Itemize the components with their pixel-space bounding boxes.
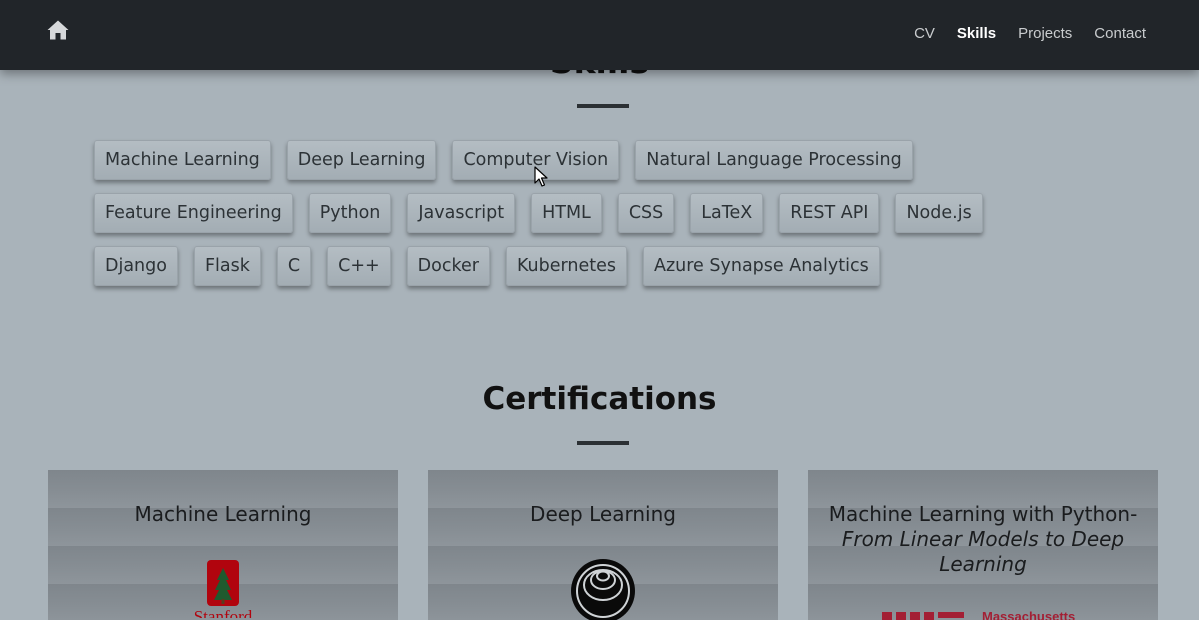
skill-tag[interactable]: CSS <box>617 193 675 233</box>
certifications-heading-divider <box>577 441 629 445</box>
stanford-logo-text: Stanford <box>194 607 253 618</box>
skill-tag[interactable]: HTML <box>531 193 602 233</box>
certification-card-machine-learning[interactable]: Machine Learning Stanford <box>48 470 398 620</box>
skill-tag[interactable]: Azure Synapse Analytics <box>643 246 880 286</box>
deeplearning-ai-logo <box>571 559 635 620</box>
skill-tag[interactable]: Deep Learning <box>286 140 437 180</box>
skill-tag[interactable]: REST API <box>779 193 880 233</box>
certifications-heading: Certifications <box>482 381 717 417</box>
skill-tag[interactable]: Django <box>94 246 178 286</box>
skill-tag[interactable]: Flask <box>193 246 261 286</box>
stanford-logo: Stanford <box>194 560 253 618</box>
mit-logo: Massachusetts <box>882 610 1075 620</box>
skill-tag[interactable]: C++ <box>327 246 391 286</box>
certification-cards: Machine Learning Stanford Deep Learning … <box>48 470 1158 620</box>
skill-tag[interactable]: Natural Language Processing <box>635 140 913 180</box>
skills-row: Feature Engineering Python Javascript HT… <box>94 193 1084 233</box>
card-title: Machine Learning with Python- From Linea… <box>808 470 1158 577</box>
skill-tag[interactable]: C <box>276 246 312 286</box>
skill-tag[interactable]: LaTeX <box>690 193 764 233</box>
skill-tag[interactable]: Python <box>308 193 392 233</box>
skill-tag[interactable]: Javascript <box>407 193 516 233</box>
card-title-main: Machine Learning with Python- <box>828 502 1138 526</box>
nav-link-projects[interactable]: Projects <box>1007 25 1083 42</box>
skill-tag[interactable]: Kubernetes <box>505 246 627 286</box>
skills-row: Machine Learning Deep Learning Computer … <box>94 140 1084 180</box>
skills-list: Machine Learning Deep Learning Computer … <box>94 140 1084 299</box>
nav-link-cv[interactable]: CV <box>903 25 946 42</box>
nav-link-contact[interactable]: Contact <box>1083 25 1157 42</box>
skill-tag[interactable]: Docker <box>406 246 490 286</box>
skills-heading-divider <box>577 104 629 108</box>
home-icon[interactable] <box>46 19 70 41</box>
certification-card-ml-with-python[interactable]: Machine Learning with Python- From Linea… <box>808 470 1158 620</box>
mit-logo-text: Massachusetts <box>982 610 1075 620</box>
nav-link-skills[interactable]: Skills <box>946 25 1007 42</box>
skill-tag[interactable]: Machine Learning <box>94 140 271 180</box>
skill-tag[interactable]: Feature Engineering <box>94 193 293 233</box>
top-navbar: CV Skills Projects Contact <box>0 0 1199 70</box>
card-title: Machine Learning <box>134 502 312 526</box>
certification-card-deep-learning[interactable]: Deep Learning <box>428 470 778 620</box>
mouse-cursor-icon <box>534 166 548 187</box>
skill-tag[interactable]: Node.js <box>895 193 983 233</box>
nav-links: CV Skills Projects Contact <box>903 0 1157 66</box>
card-title: Deep Learning <box>530 502 676 526</box>
card-title-subtitle: From Linear Models to Deep Learning <box>841 527 1125 576</box>
skills-row: Django Flask C C++ Docker Kubernetes Azu… <box>94 246 1084 286</box>
